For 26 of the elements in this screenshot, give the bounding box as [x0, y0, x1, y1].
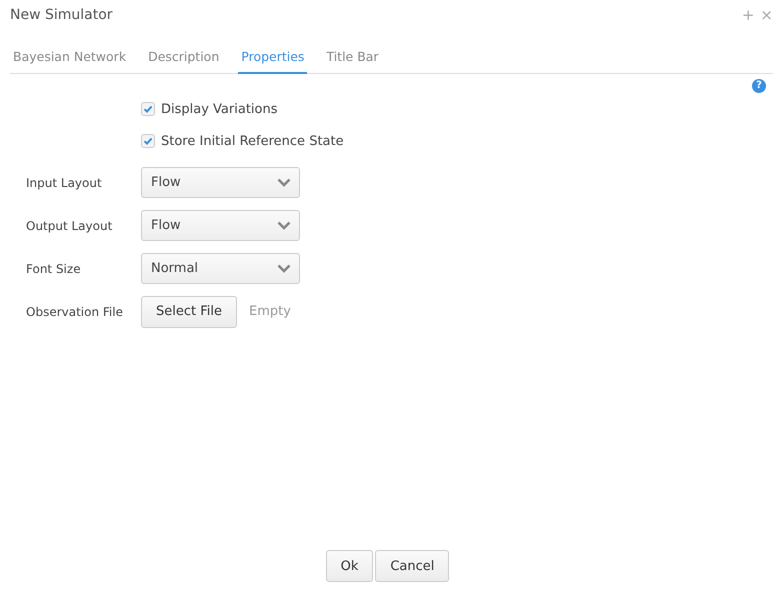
checkbox[interactable]: [141, 134, 155, 148]
select-file-button[interactable]: Select File: [141, 296, 237, 328]
help-button[interactable]: ?: [752, 79, 766, 93]
tab[interactable]: Description: [145, 42, 222, 74]
tab[interactable]: Bayesian Network: [10, 42, 130, 74]
dropdown[interactable]: Flow: [141, 210, 300, 241]
dropdown[interactable]: Normal: [141, 253, 300, 284]
checkbox[interactable]: [141, 102, 155, 116]
add-button[interactable]: +: [742, 6, 754, 24]
chevron-down-icon: [277, 221, 291, 230]
field-label: Observation File: [26, 304, 124, 318]
field-label: Output Layout: [26, 218, 114, 232]
window-title: New Simulator: [10, 7, 113, 23]
chevron-down-icon: [277, 178, 291, 187]
dropdown[interactable]: Flow: [141, 167, 300, 198]
close-button[interactable]: ×: [760, 6, 773, 24]
file-status: Empty: [249, 304, 291, 319]
tab[interactable]: Title Bar: [323, 42, 382, 74]
chevron-down-icon: [277, 264, 291, 273]
checkbox-label: Store Initial Reference State: [161, 134, 344, 148]
ok-button[interactable]: Ok: [326, 550, 374, 582]
field-label: Input Layout: [26, 176, 103, 190]
checkbox-label: Display Variations: [161, 102, 278, 116]
tab[interactable]: Properties: [238, 42, 308, 74]
cancel-button[interactable]: Cancel: [375, 550, 450, 582]
field-label: Font Size: [26, 262, 82, 276]
